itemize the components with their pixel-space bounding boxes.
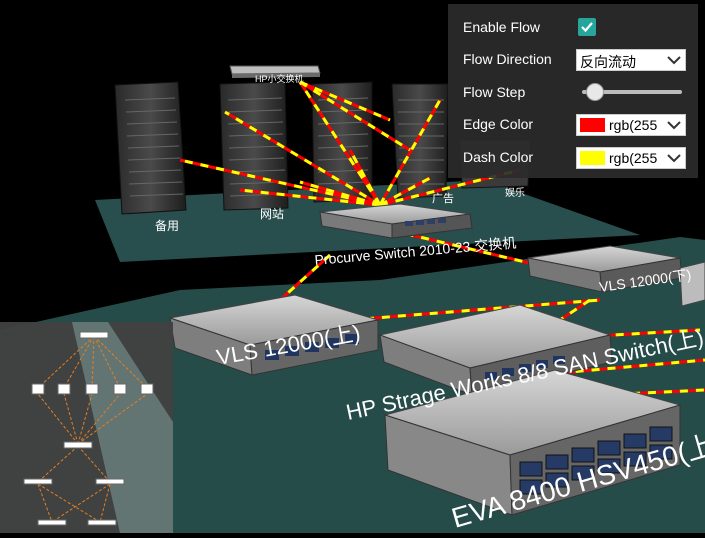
flow-direction-label: Flow Direction — [463, 51, 552, 67]
edge-color-value: rgb(255 — [609, 117, 658, 133]
flow-control-panel: Enable Flow Flow Direction 反向流动 Flow Ste… — [448, 4, 698, 178]
edge-color-label: Edge Color — [463, 116, 534, 132]
label-rack-website: 网站 — [260, 207, 284, 221]
flow-step-slider[interactable] — [582, 83, 682, 101]
chevron-down-icon — [667, 56, 681, 65]
dash-color-label: Dash Color — [463, 149, 534, 165]
flow-direction-value: 反向流动 — [580, 54, 636, 70]
minimap[interactable] — [0, 322, 173, 533]
label-rack-backup: 备用 — [155, 219, 179, 233]
flow-direction-select[interactable]: 反向流动 — [576, 49, 686, 71]
dash-color-row: Dash Color — [463, 145, 578, 169]
dash-color-value: rgb(255 — [609, 150, 658, 166]
chevron-down-icon — [667, 154, 681, 163]
flow-direction-row: Flow Direction — [463, 47, 578, 71]
edge-color-picker[interactable]: rgb(255 — [576, 114, 686, 136]
edge-color-swatch — [580, 118, 605, 132]
label-rack-ads: 广告 — [432, 192, 454, 205]
flow-step-row: Flow Step — [463, 80, 578, 104]
enable-flow-checkbox[interactable] — [578, 18, 596, 36]
edge-color-row: Edge Color — [463, 112, 578, 136]
flow-step-label: Flow Step — [463, 84, 526, 100]
enable-flow-row: Enable Flow — [463, 15, 578, 39]
enable-flow-label: Enable Flow — [463, 19, 541, 35]
flow-step-slider-thumb[interactable] — [586, 83, 604, 101]
label-rack-entertainment: 娱乐 — [505, 186, 525, 199]
dash-color-picker[interactable]: rgb(255 — [576, 147, 686, 169]
check-icon — [581, 22, 593, 33]
rack-backup[interactable] — [114, 81, 187, 215]
dash-color-swatch — [580, 151, 605, 165]
chevron-down-icon — [667, 121, 681, 130]
label-top-switch: HP小交换机 — [255, 73, 304, 84]
